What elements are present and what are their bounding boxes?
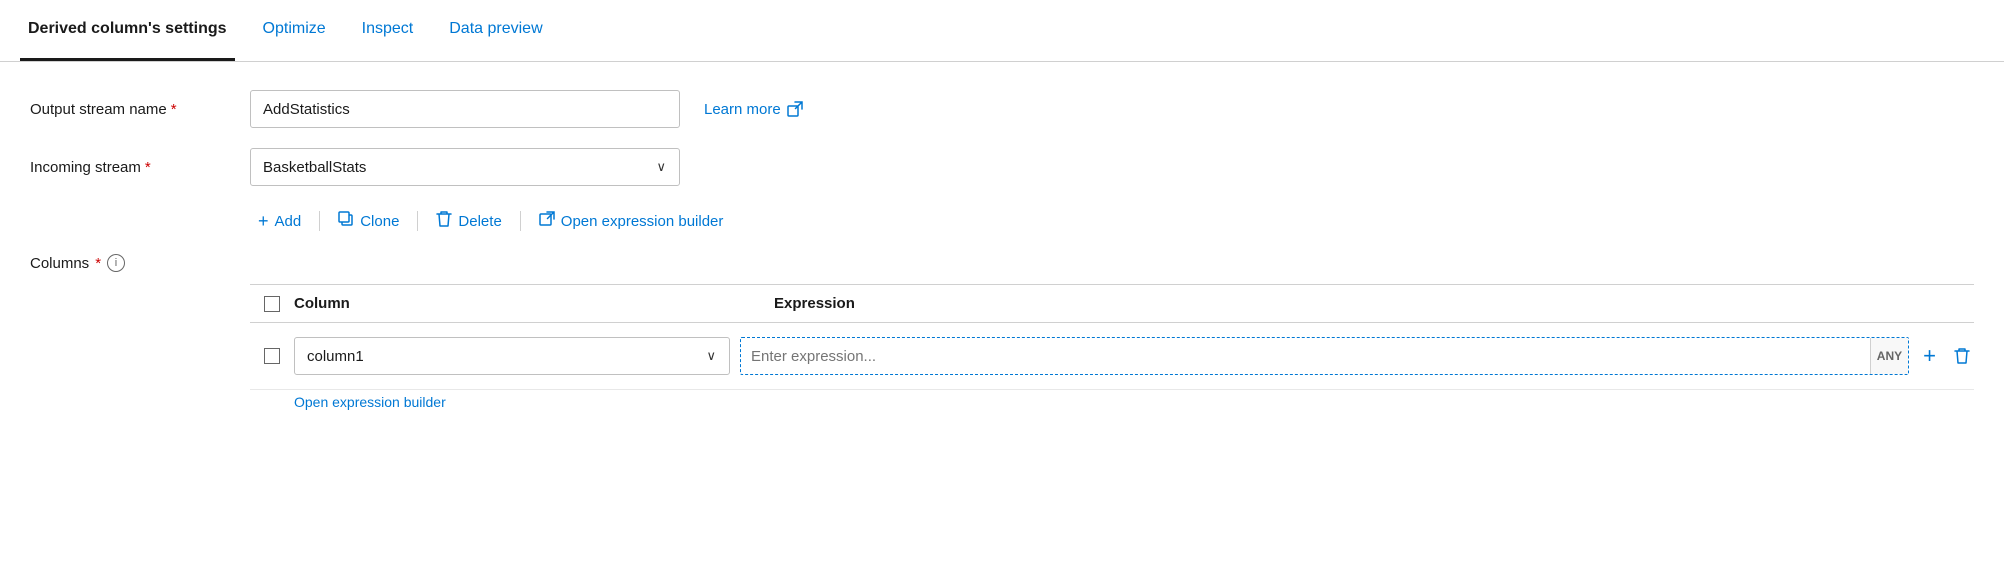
toolbar-separator-3 <box>520 211 521 231</box>
expression-input-wrapper: ANY <box>740 337 1909 375</box>
output-stream-name-row: Output stream name * Learn more <box>30 90 1974 128</box>
select-all-checkbox[interactable] <box>264 296 280 312</box>
external-link-icon <box>787 101 803 117</box>
learn-more-label: Learn more <box>704 101 781 118</box>
add-icon: + <box>258 211 269 232</box>
content-area: Output stream name * Learn more Incoming… <box>0 62 2004 430</box>
open-expression-builder-button[interactable]: Open expression builder <box>531 207 732 235</box>
incoming-stream-required-star: * <box>145 159 151 176</box>
header-expression-label: Expression <box>774 295 1974 312</box>
table-row: column1 ∨ ANY + <box>250 323 1974 390</box>
incoming-stream-label: Incoming stream * <box>30 159 250 176</box>
tab-data-preview[interactable]: Data preview <box>441 0 550 61</box>
row-add-button[interactable]: + <box>1919 339 1940 373</box>
tab-derived-column-settings[interactable]: Derived column's settings <box>20 0 235 61</box>
incoming-stream-row: Incoming stream * BasketballStats ∨ <box>30 148 1974 186</box>
clone-button[interactable]: Clone <box>330 207 407 235</box>
columns-label: Columns * i <box>30 254 125 272</box>
clone-label: Clone <box>360 213 399 230</box>
info-icon: i <box>107 254 125 272</box>
tab-inspect-label: Inspect <box>362 20 414 38</box>
expression-input[interactable] <box>741 338 1870 374</box>
row-delete-button[interactable] <box>1950 343 1974 369</box>
tab-inspect[interactable]: Inspect <box>354 0 422 61</box>
column-select[interactable]: column1 <box>294 337 730 375</box>
columns-required-star: * <box>95 255 101 272</box>
tab-data-preview-label: Data preview <box>449 20 542 38</box>
add-button[interactable]: + Add <box>250 207 309 236</box>
toolbar-separator-1 <box>319 211 320 231</box>
expression-cell: ANY + <box>740 337 1974 375</box>
column-dropdown-wrapper: column1 ∨ <box>294 337 730 375</box>
delete-icon <box>436 210 452 232</box>
columns-table-wrapper: Column Expression column1 ∨ <box>250 284 1974 410</box>
tab-optimize-label: Optimize <box>263 20 326 38</box>
output-stream-name-input[interactable] <box>250 90 680 128</box>
page-container: Derived column's settings Optimize Inspe… <box>0 0 2004 573</box>
open-expression-builder-label: Open expression builder <box>561 213 724 230</box>
tab-bar: Derived column's settings Optimize Inspe… <box>0 0 2004 62</box>
toolbar-separator-2 <box>417 211 418 231</box>
any-badge: ANY <box>1870 338 1908 374</box>
delete-label: Delete <box>458 213 501 230</box>
output-stream-name-label: Output stream name * <box>30 101 250 118</box>
header-column-label: Column <box>294 295 774 312</box>
tab-optimize[interactable]: Optimize <box>255 0 334 61</box>
table-header-row: Column Expression <box>250 285 1974 323</box>
columns-section: Columns * i Column Expression <box>30 254 1974 410</box>
incoming-stream-select-wrapper: BasketballStats ∨ <box>250 148 680 186</box>
output-stream-required-star: * <box>171 101 177 118</box>
add-label: Add <box>275 213 302 230</box>
row-checkbox[interactable] <box>264 348 280 364</box>
delete-button[interactable]: Delete <box>428 206 509 236</box>
learn-more-link[interactable]: Learn more <box>704 101 803 118</box>
expression-builder-icon <box>539 211 555 231</box>
row-check-wrap <box>250 348 294 364</box>
columns-label-row: Columns * i <box>30 254 1974 272</box>
tab-derived-column-settings-label: Derived column's settings <box>28 20 227 38</box>
header-check-col <box>250 296 294 312</box>
clone-icon <box>338 211 354 231</box>
open-expression-builder-link[interactable]: Open expression builder <box>294 394 1974 410</box>
toolbar-row: + Add Clone <box>250 206 1974 236</box>
incoming-stream-select[interactable]: BasketballStats <box>250 148 680 186</box>
